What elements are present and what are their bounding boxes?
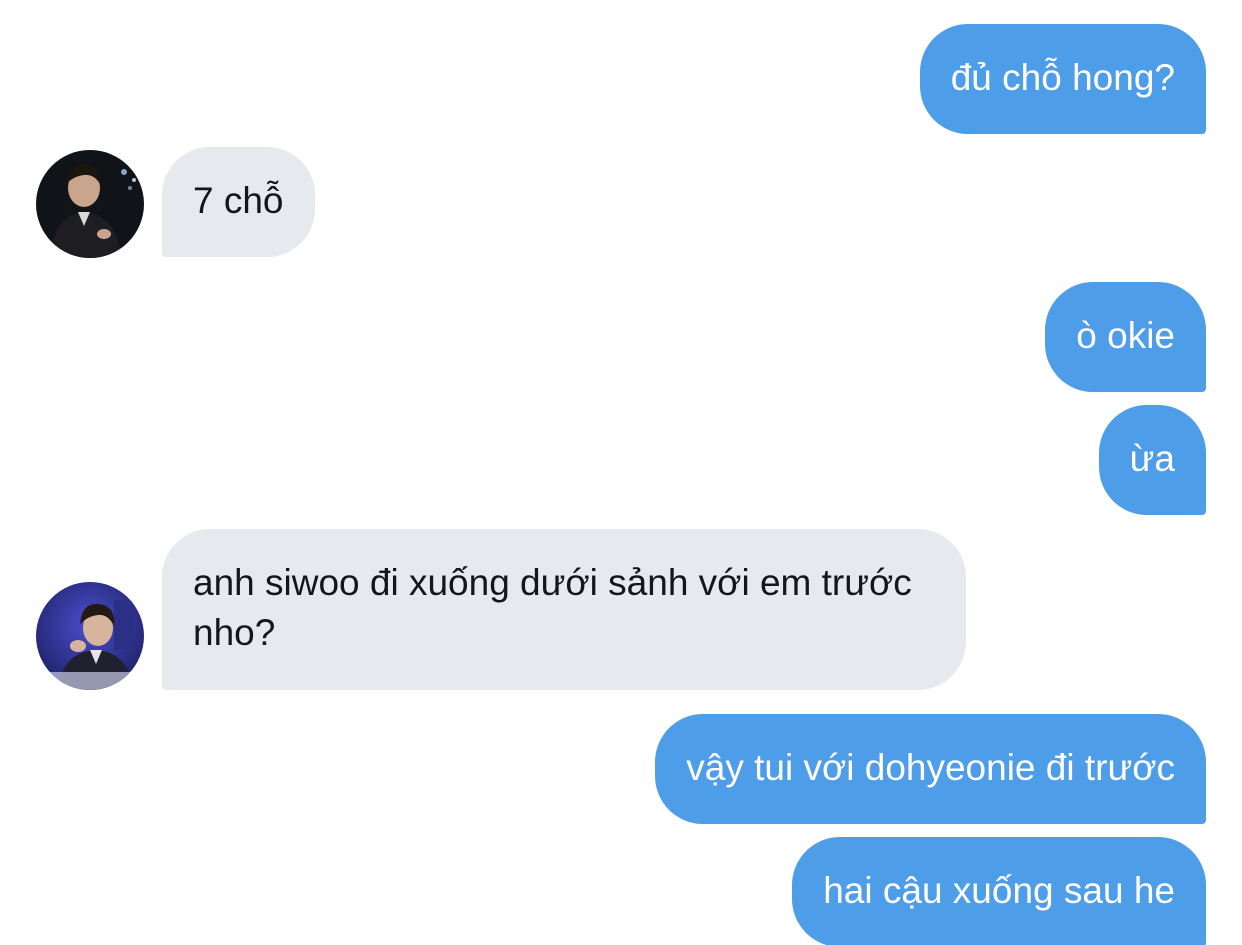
avatar[interactable] [36, 582, 144, 690]
avatar[interactable] [36, 150, 144, 258]
incoming-message-bubble[interactable]: 7 chỗ [162, 147, 315, 257]
outgoing-message-bubble[interactable]: ò okie [1045, 282, 1206, 392]
outgoing-message-bubble[interactable]: đủ chỗ hong? [919, 24, 1206, 134]
chat-thread: đủ chỗ hong? 7 chỗ ò okie ừa anh siwoo đ… [0, 0, 1242, 945]
outgoing-message-bubble[interactable]: hai cậu xuống sau he [792, 837, 1206, 945]
incoming-message-bubble[interactable]: anh siwoo đi xuống dưới sảnh với em trướ… [162, 529, 966, 690]
outgoing-message-bubble[interactable]: vậy tui với dohyeonie đi trước [655, 714, 1206, 824]
outgoing-message-bubble[interactable]: ừa [1098, 405, 1206, 515]
